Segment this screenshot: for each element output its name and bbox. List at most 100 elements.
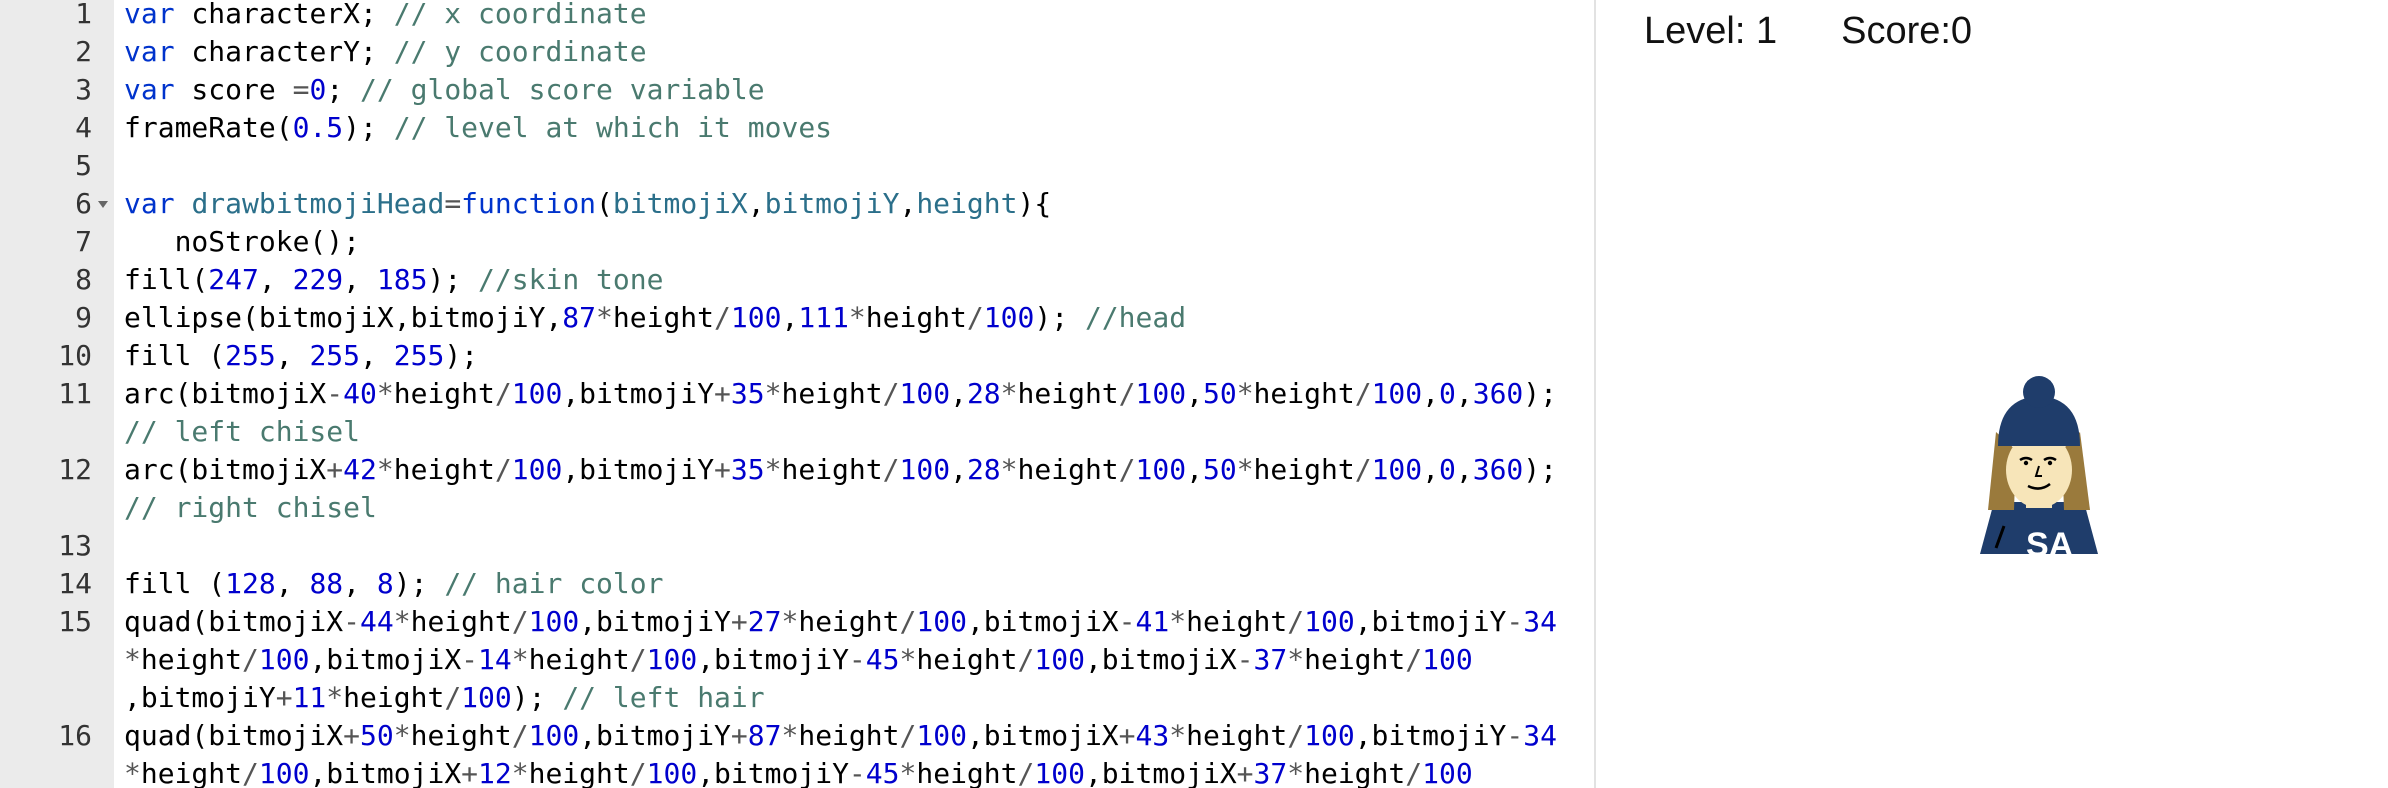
code-line[interactable]: 6 var drawbitmojiHead=function(bitmojiX,b… — [0, 185, 1594, 223]
code-line[interactable]: 13 — [0, 527, 1594, 565]
code-token: height — [528, 757, 630, 788]
operator-token: / — [966, 301, 984, 334]
number-token: 88 — [309, 567, 344, 600]
number-token: 45 — [865, 643, 900, 676]
code-token: height — [410, 605, 512, 638]
code-line[interactable]: // right chisel — [0, 489, 1594, 527]
fold-arrow-icon[interactable] — [98, 201, 108, 208]
code-text[interactable]: arc(bitmojiX-40*height/100,bitmojiY+35*h… — [124, 375, 1584, 413]
operator-token: = — [292, 73, 310, 106]
code-token: height — [1304, 757, 1406, 788]
number-token: 11 — [292, 681, 327, 714]
operator-token: + — [730, 719, 748, 752]
code-line[interactable]: 9 ellipse(bitmojiX,bitmojiY,87*height/100… — [0, 299, 1594, 337]
code-token: height — [1186, 605, 1288, 638]
number-token: 255 — [309, 339, 361, 372]
line-number: 11 — [58, 377, 92, 410]
code-line[interactable]: 1 var characterX; // x coordinate — [0, 0, 1594, 33]
number-token: 50 — [1202, 453, 1237, 486]
code-editor[interactable]: 1 var characterX; // x coordinate 2 var cha… — [0, 0, 1594, 788]
code-token: height — [798, 719, 900, 752]
game-hud: Level: 1 Score:0 — [1644, 10, 1972, 53]
code-text[interactable]: frameRate(0.5); // level at which it mov… — [124, 109, 1584, 147]
code-token: height — [916, 757, 1018, 788]
code-token: ); — [1034, 301, 1085, 334]
code-token: height — [140, 757, 243, 788]
operator-token: / — [1017, 643, 1035, 676]
code-text[interactable]: *height/100,bitmojiX+12*height/100,bitmo… — [124, 755, 1584, 788]
code-text[interactable]: var score =0; // global score variable — [124, 71, 1584, 109]
comment-token: // level at which it moves — [393, 111, 833, 144]
number-token: 0 — [1439, 453, 1456, 486]
code-token: ,bitmojiX — [309, 643, 462, 676]
identifier-token: drawbitmojiHead — [191, 187, 445, 220]
code-token: arc(bitmojiX — [124, 377, 327, 410]
code-token: height — [410, 719, 512, 752]
operator-token: / — [882, 453, 900, 486]
code-text[interactable]: var characterY; // y coordinate — [124, 33, 1584, 71]
number-token: 8 — [376, 567, 394, 600]
code-token: , — [1455, 377, 1473, 410]
code-text[interactable]: // right chisel — [124, 489, 1584, 527]
code-token: score — [174, 73, 293, 106]
code-line[interactable]: 2 var characterY; // y coordinate — [0, 33, 1594, 71]
line-number: 5 — [75, 149, 92, 182]
code-text[interactable]: // left chisel — [124, 413, 1584, 451]
output-canvas[interactable]: Level: 1 Score:0 SA — [1596, 0, 2388, 788]
code-text[interactable]: quad(bitmojiX+50*height/100,bitmojiY+87*… — [124, 717, 1584, 755]
code-line[interactable]: 14 fill (128, 88, 8); // hair color — [0, 565, 1594, 603]
code-token: , — [1455, 453, 1473, 486]
code-line[interactable]: 7 noStroke(); — [0, 223, 1594, 261]
code-line[interactable]: 4 frameRate(0.5); // level at which it mo… — [0, 109, 1594, 147]
code-text[interactable]: ,bitmojiY+11*height/100); // left hair — [124, 679, 1584, 717]
operator-token: * — [511, 757, 529, 788]
operator-token: * — [899, 643, 917, 676]
code-text[interactable]: *height/100,bitmojiX-14*height/100,bitmo… — [124, 641, 1584, 679]
code-token: , — [275, 339, 310, 372]
code-token: noStroke(); — [124, 225, 361, 258]
code-text[interactable]: noStroke(); — [124, 223, 1584, 261]
code-line[interactable]: *height/100,bitmojiX-14*height/100,bitmo… — [0, 641, 1594, 679]
code-line[interactable]: *height/100,bitmojiX+12*height/100,bitmo… — [0, 755, 1594, 788]
operator-token: / — [629, 757, 647, 788]
code-text[interactable]: arc(bitmojiX+42*height/100,bitmojiY+35*h… — [124, 451, 1584, 489]
code-token: ); — [1523, 453, 1558, 486]
operator-token: * — [1287, 643, 1305, 676]
code-line[interactable]: ,bitmojiY+11*height/100); // left hair — [0, 679, 1594, 717]
code-token: ,bitmojiY — [562, 453, 715, 486]
comment-token: // left chisel — [124, 415, 361, 448]
code-line[interactable]: 11 arc(bitmojiX-40*height/100,bitmojiY+35… — [0, 375, 1594, 413]
number-token: 255 — [393, 339, 445, 372]
code-line[interactable]: 15 quad(bitmojiX-44*height/100,bitmojiY+2… — [0, 603, 1594, 641]
number-token: 0.5 — [292, 111, 344, 144]
line-number: 4 — [75, 111, 92, 144]
code-line[interactable]: 16 quad(bitmojiX+50*height/100,bitmojiY+8… — [0, 717, 1594, 755]
code-text[interactable]: quad(bitmojiX-44*height/100,bitmojiY+27*… — [124, 603, 1584, 641]
code-line[interactable]: // left chisel — [0, 413, 1594, 451]
code-token: height — [140, 643, 243, 676]
code-line[interactable]: 8 fill(247, 229, 185); //skin tone — [0, 261, 1594, 299]
number-token: 111 — [798, 301, 849, 334]
code-line[interactable]: 3 var score =0; // global score variable — [0, 71, 1594, 109]
code-text[interactable]: ellipse(bitmojiX,bitmojiY,87*height/100,… — [124, 299, 1584, 337]
operator-token: * — [1000, 453, 1018, 486]
code-text[interactable]: var characterX; // x coordinate — [124, 0, 1584, 33]
comment-token: // x coordinate — [393, 0, 647, 30]
code-text[interactable]: fill(247, 229, 185); //skin tone — [124, 261, 1584, 299]
code-token: ,bitmojiX — [1084, 643, 1237, 676]
code-line[interactable]: 12 arc(bitmojiX+42*height/100,bitmojiY+35… — [0, 451, 1594, 489]
code-text[interactable]: fill (128, 88, 8); // hair color — [124, 565, 1584, 603]
shirt-lettering: SA — [2026, 526, 2073, 564]
code-line[interactable]: 5 — [0, 147, 1594, 185]
line-number: 6 — [75, 187, 92, 220]
number-token: 100 — [1422, 757, 1473, 788]
operator-token: * — [511, 643, 529, 676]
number-token: 100 — [1371, 377, 1423, 410]
code-text[interactable]: var drawbitmojiHead=function(bitmojiX,bi… — [124, 185, 1584, 223]
number-token: 100 — [1371, 453, 1423, 486]
code-line[interactable]: 10 fill (255, 255, 255); — [0, 337, 1594, 375]
code-text[interactable]: fill (255, 255, 255); — [124, 337, 1584, 375]
number-token: 45 — [865, 757, 900, 788]
operator-token: * — [781, 605, 799, 638]
operator-token: - — [848, 757, 866, 788]
